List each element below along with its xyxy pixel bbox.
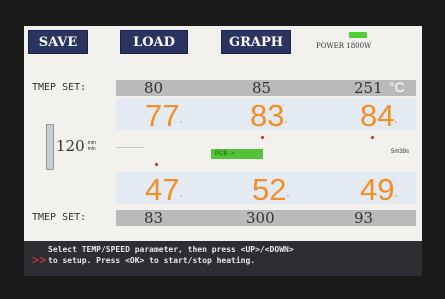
heater-indicator-bottom-1 (155, 163, 158, 166)
bottom-temp-zone-3: 49° (360, 172, 398, 207)
arrow-icon: >> (32, 253, 47, 267)
bottom-set-zone-1[interactable]: 83 (144, 209, 163, 227)
heater-indicator-top-3 (371, 136, 374, 139)
message-bar: >> Select TEMP/SPEED parameter, then pre… (24, 241, 422, 276)
top-temp-zone-2: 83° (250, 98, 288, 133)
power-indicator-icon (349, 32, 367, 38)
speed-value: 120 (56, 137, 85, 155)
speed-control[interactable]: 120 mm min (48, 136, 114, 156)
top-temp-zone-3: 84° (360, 98, 398, 133)
speed-divider (116, 147, 144, 148)
top-temp-zone-1: 77° (145, 98, 183, 133)
bottom-set-zone-2[interactable]: 300 (246, 209, 275, 227)
top-set-zone-2[interactable]: 85 (252, 79, 271, 97)
elapsed-timer: 5m39s (391, 149, 410, 155)
top-set-zone-3[interactable]: 251 (354, 79, 383, 97)
instruction-text: Select TEMP/SPEED parameter, then press … (48, 245, 294, 265)
bottom-set-zone-3[interactable]: 93 (354, 209, 373, 227)
graph-button[interactable]: GRAPH (221, 30, 291, 54)
screen: SAVE LOAD GRAPH POWER 1800W TMEP SET: 80… (24, 26, 422, 276)
heater-indicator-top-2 (261, 136, 264, 139)
top-set-zone-1[interactable]: 80 (144, 79, 163, 97)
top-set-label: TMEP SET: (32, 82, 87, 93)
pcb-direction-indicator: PCB -> (211, 149, 263, 159)
temp-unit: °C (389, 79, 405, 95)
bottom-temp-zone-1: 47° (145, 172, 183, 207)
power-label: POWER 1800W (316, 42, 372, 50)
speed-unit: mm min (87, 140, 96, 152)
load-button[interactable]: LOAD (120, 30, 188, 54)
bottom-set-label: TMEP SET: (32, 212, 87, 223)
bottom-temp-zone-2: 52° (252, 172, 290, 207)
save-button[interactable]: SAVE (28, 30, 88, 54)
